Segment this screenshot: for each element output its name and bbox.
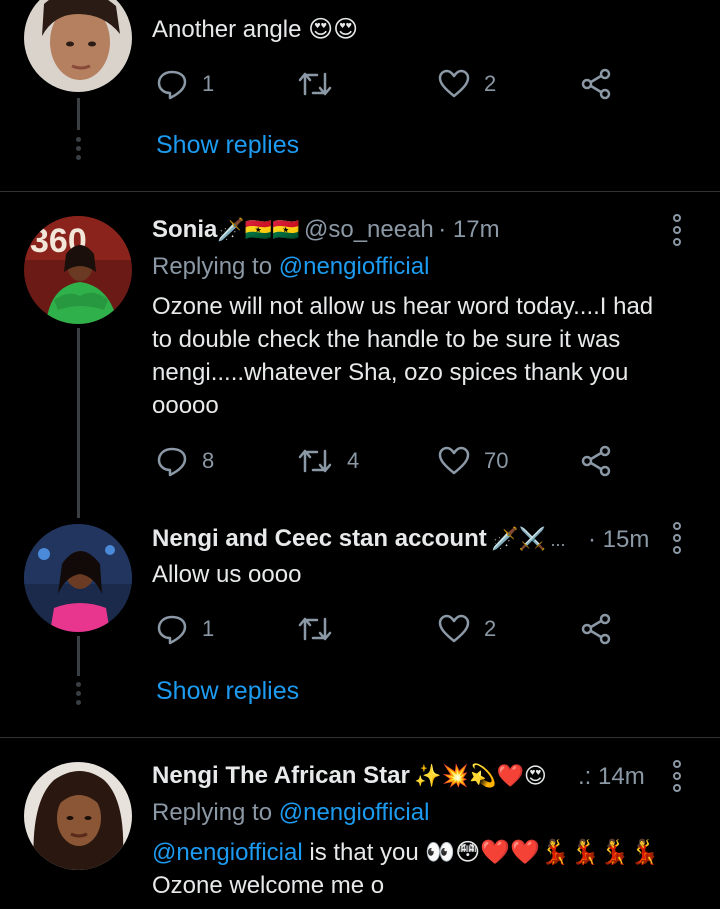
tweet-time: · 17m — [438, 216, 500, 243]
more-options-icon[interactable] — [673, 760, 681, 792]
tweet-time: · 15m — [588, 526, 650, 553]
tweet-text-line: @nengiofficial is that you 👀😳❤️❤️💃💃💃💃 — [152, 836, 712, 869]
replying-to: Replying to @nengiofficial — [152, 253, 429, 281]
avatar[interactable] — [24, 524, 132, 632]
tweet-text: @nengiofficial is that you 👀😳❤️❤️💃💃💃💃 Oz… — [152, 836, 712, 902]
replying-handle[interactable]: @nengiofficial — [279, 799, 430, 826]
author-handle[interactable]: @so_neeah — [304, 216, 434, 243]
tweet-header: Sonia🗡️🇬🇭🇬🇭 @so_neeah · 17m — [152, 216, 500, 244]
like-count: 70 — [484, 448, 509, 473]
author-name[interactable]: Sonia — [152, 216, 217, 243]
retweet-icon — [298, 72, 332, 96]
avatar[interactable]: 360 — [24, 216, 132, 324]
thread-dots — [74, 682, 82, 705]
share-button[interactable] — [580, 613, 612, 645]
reply-button[interactable]: 8 — [156, 445, 214, 477]
like-button[interactable]: 2 — [438, 68, 496, 100]
tweet-text-line: Ozone will not allow us hear word today.… — [152, 293, 654, 320]
reply-button[interactable]: 1 — [156, 68, 214, 100]
reply-count: 8 — [202, 448, 215, 473]
thread-line — [77, 636, 80, 676]
tweet-text: Another angle 😍😍 — [152, 16, 359, 43]
like-button[interactable]: 2 — [438, 613, 496, 645]
tweet-text-line: to double check the handle to be sure it… — [152, 326, 621, 353]
replying-prefix: Replying to — [152, 253, 279, 280]
tweet-text-rest: is that you 👀😳❤️❤️💃💃💃💃 — [302, 839, 660, 866]
more-options-icon[interactable] — [673, 522, 681, 554]
avatar[interactable] — [24, 0, 132, 92]
tweet-text-line: ooooo — [152, 392, 219, 419]
retweet-button[interactable] — [297, 68, 347, 100]
thread-line — [77, 328, 80, 518]
divider — [0, 737, 720, 738]
more-options-icon[interactable] — [673, 214, 681, 246]
share-button[interactable] — [580, 68, 612, 100]
like-button[interactable]: 70 — [438, 445, 508, 477]
author-emoji: 🗡️🇬🇭🇬🇭 — [217, 217, 300, 242]
like-icon — [438, 614, 470, 643]
thread-dots — [74, 137, 82, 160]
share-icon — [581, 445, 611, 477]
tweet-header: Nengi The African Star ✨💥💫❤️😍 — [152, 762, 547, 790]
divider — [0, 191, 720, 192]
retweet-button[interactable] — [297, 613, 347, 645]
thread-line — [77, 98, 80, 130]
mention-link[interactable]: @nengiofficial — [152, 839, 303, 866]
author-emoji: 🗡️⚔️ — [491, 526, 546, 551]
share-icon — [581, 68, 611, 100]
reply-icon — [157, 615, 187, 645]
show-replies-link[interactable]: Show replies — [156, 131, 299, 160]
avatar[interactable] — [24, 762, 132, 870]
tweet-text-line: Ozone welcome me o — [152, 872, 385, 899]
retweet-count: 4 — [347, 448, 360, 473]
share-icon — [581, 613, 611, 645]
reply-icon — [157, 447, 187, 477]
replying-to: Replying to @nengiofficial — [152, 799, 429, 827]
tweet-text: Allow us oooo — [152, 561, 302, 588]
author-name[interactable]: Nengi and Ceec stan account — [152, 525, 487, 552]
tweet-header: Nengi and Ceec stan account 🗡️⚔️ ... — [152, 525, 565, 553]
retweet-icon — [298, 617, 332, 641]
tweet-text-line: nengi.....whatever Sha, ozo spices thank… — [152, 359, 629, 386]
like-icon — [438, 446, 470, 475]
reply-icon — [157, 70, 187, 100]
reply-button[interactable]: 1 — [156, 613, 214, 645]
replying-handle[interactable]: @nengiofficial — [279, 253, 430, 280]
author-emoji: ✨💥💫❤️😍 — [414, 763, 547, 788]
like-count: 2 — [484, 616, 497, 641]
show-replies-link[interactable]: Show replies — [156, 677, 299, 706]
tweet-time: .: 14m — [578, 763, 645, 790]
name-ellipsis: ... — [550, 530, 566, 550]
reply-count: 1 — [202, 616, 215, 641]
share-button[interactable] — [580, 445, 612, 477]
retweet-icon — [298, 449, 332, 473]
like-count: 2 — [484, 71, 497, 96]
reply-count: 1 — [202, 71, 215, 96]
retweet-button[interactable]: 4 — [297, 445, 359, 477]
like-icon — [438, 69, 470, 98]
author-name[interactable]: Nengi The African Star — [152, 762, 410, 789]
replying-prefix: Replying to — [152, 799, 279, 826]
tweet-text: Ozone will not allow us hear word today.… — [152, 290, 692, 422]
